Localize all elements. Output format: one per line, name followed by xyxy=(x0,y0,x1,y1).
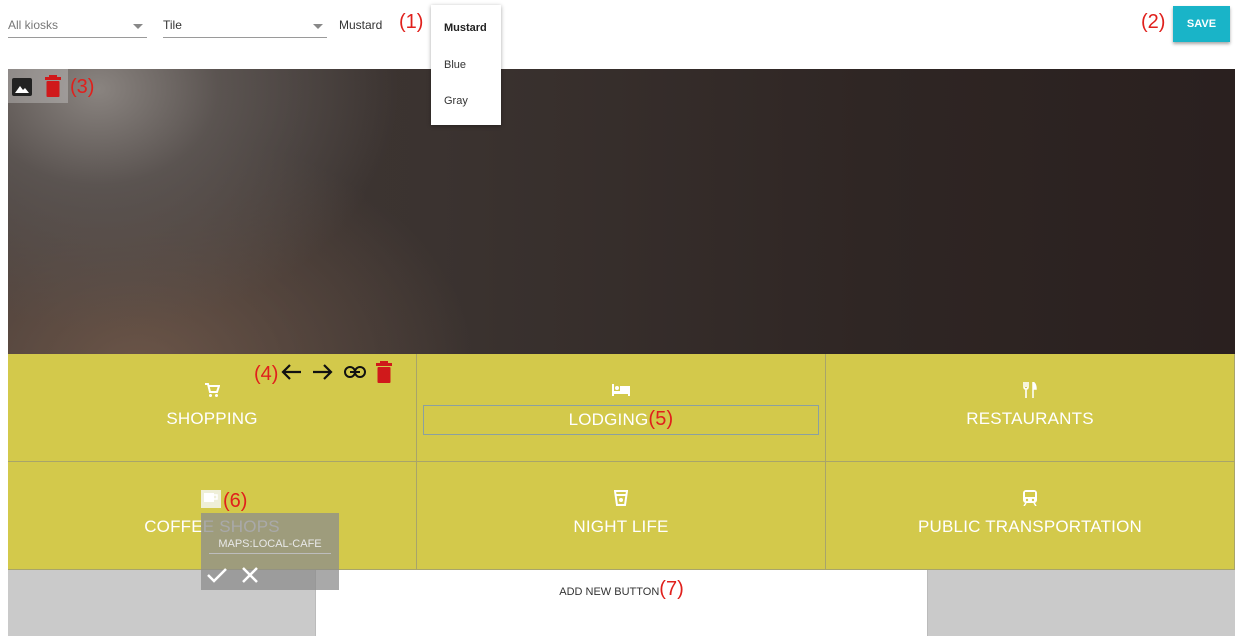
close-icon[interactable] xyxy=(242,567,258,588)
delete-icon[interactable] xyxy=(45,75,61,102)
color-option-gray[interactable]: Gray xyxy=(444,95,468,107)
color-option-mustard[interactable]: Mustard xyxy=(444,22,487,34)
add-button-row: ADD NEW BUTTON(7) xyxy=(8,570,1235,636)
tile-night-life[interactable]: NIGHT LIFE xyxy=(417,462,826,570)
annotation-1: (1) xyxy=(399,11,424,33)
drink-icon xyxy=(417,490,825,506)
coffee-icon xyxy=(8,490,416,508)
annotation-6: (6) xyxy=(223,490,248,512)
empty-slot xyxy=(928,570,1235,636)
annotation-2: (2) xyxy=(1141,11,1166,33)
bed-icon xyxy=(417,382,825,398)
delete-icon[interactable] xyxy=(376,360,393,388)
add-new-button[interactable]: ADD NEW BUTTON(7) xyxy=(316,579,927,599)
color-dropdown-menu: Mustard Blue Gray xyxy=(431,5,501,125)
train-icon xyxy=(826,490,1234,506)
tile-public-transportation[interactable]: PUBLIC TRANSPORTATION xyxy=(826,462,1235,570)
link-value-input[interactable]: MAPS:LOCAL-CAFE xyxy=(201,538,339,550)
input-underline xyxy=(209,553,331,554)
chevron-down-icon xyxy=(313,24,323,29)
check-icon[interactable] xyxy=(207,567,227,588)
annotation-3: (3) xyxy=(70,76,95,98)
type-select[interactable]: Tile xyxy=(163,10,327,38)
arrow-right-icon[interactable] xyxy=(312,363,334,386)
add-new-slot: ADD NEW BUTTON(7) xyxy=(315,570,928,636)
tile-restaurants[interactable]: RESTAURANTS xyxy=(826,354,1235,462)
annotation-7: (7) xyxy=(659,578,684,600)
hero-image-toolbar xyxy=(8,69,68,103)
color-select-value: Mustard xyxy=(339,18,383,32)
link-editor: MAPS:LOCAL-CAFE xyxy=(201,513,339,590)
tile-label: SHOPPING xyxy=(166,409,258,428)
add-new-button-label: ADD NEW BUTTON xyxy=(559,586,660,598)
tile-toolbar: (4) xyxy=(254,360,393,388)
color-option-blue[interactable]: Blue xyxy=(444,59,466,71)
label-edit-box[interactable] xyxy=(423,405,819,435)
chevron-down-icon xyxy=(133,24,143,29)
kiosk-select[interactable]: All kiosks xyxy=(8,10,147,38)
tile-label: RESTAURANTS xyxy=(966,409,1094,428)
kiosk-select-value: All kiosks xyxy=(8,18,59,32)
save-button[interactable]: SAVE xyxy=(1173,6,1230,42)
tile-grid: SHOPPING LODGING(5) RESTAURANTS COFFEE S… xyxy=(8,354,1235,570)
image-icon[interactable] xyxy=(12,78,32,101)
link-icon[interactable] xyxy=(344,365,367,383)
hero-image xyxy=(8,69,1235,354)
tile-label: PUBLIC TRANSPORTATION xyxy=(918,517,1142,536)
tile-label: NIGHT LIFE xyxy=(573,517,669,536)
fork-knife-icon xyxy=(826,382,1234,398)
type-select-value: Tile xyxy=(163,18,182,32)
annotation-4: (4) xyxy=(254,363,279,385)
arrow-left-icon[interactable] xyxy=(280,363,302,386)
tile-lodging[interactable]: LODGING(5) xyxy=(417,354,826,462)
